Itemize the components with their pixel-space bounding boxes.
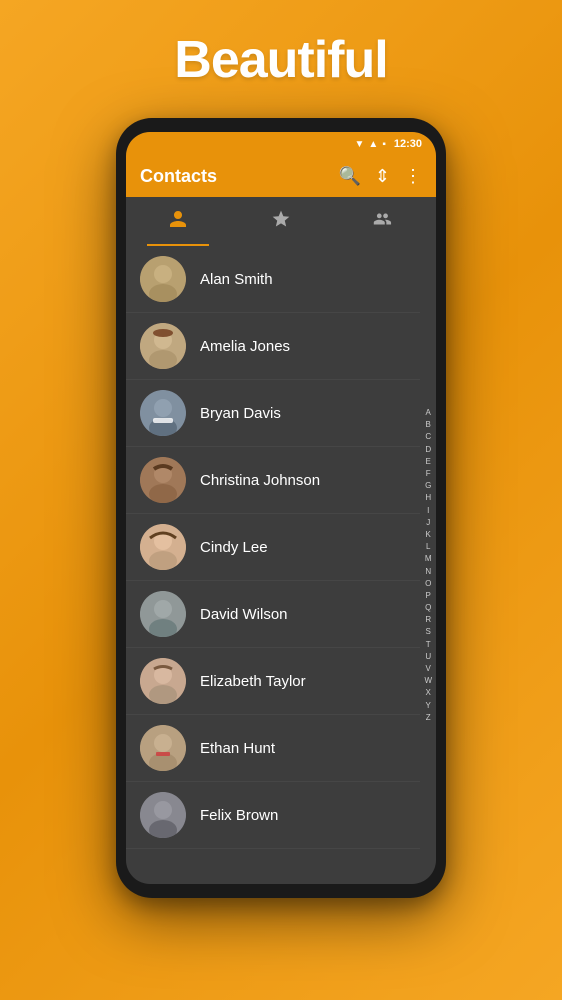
alpha-T[interactable]: T bbox=[424, 639, 432, 650]
sort-icon[interactable]: ⇕ bbox=[375, 166, 390, 187]
alpha-A[interactable]: A bbox=[424, 407, 432, 418]
groups-tab-icon bbox=[373, 209, 395, 234]
phone-outer: ▼ ▲ ▪ 12:30 Contacts 🔍 ⇕ ⋮ bbox=[116, 118, 446, 898]
tab-contacts[interactable] bbox=[126, 197, 229, 246]
page-headline: Beautiful bbox=[174, 30, 387, 90]
avatar bbox=[140, 323, 186, 369]
alpha-H[interactable]: H bbox=[424, 492, 432, 503]
contact-name: Elizabeth Taylor bbox=[200, 673, 306, 690]
alpha-V[interactable]: V bbox=[424, 663, 432, 674]
alpha-L[interactable]: L bbox=[424, 541, 432, 552]
favorites-tab-icon bbox=[271, 209, 291, 234]
avatar bbox=[140, 256, 186, 302]
app-bar-title: Contacts bbox=[140, 166, 217, 187]
list-item[interactable]: Felix Brown bbox=[126, 782, 420, 849]
alpha-J[interactable]: J bbox=[424, 517, 432, 528]
status-icons: ▼ ▲ ▪ 12:30 bbox=[355, 138, 423, 150]
avatar bbox=[140, 725, 186, 771]
contact-name: Bryan Davis bbox=[200, 405, 281, 422]
alpha-U[interactable]: U bbox=[424, 651, 432, 662]
signal-icon: ▲ bbox=[368, 139, 378, 150]
avatar bbox=[140, 658, 186, 704]
alpha-M[interactable]: M bbox=[424, 553, 432, 564]
contact-name: David Wilson bbox=[200, 606, 288, 623]
avatar bbox=[140, 792, 186, 838]
contacts-scroll: Alan Smith Amelia Jones bbox=[126, 246, 420, 884]
contacts-tab-icon bbox=[168, 209, 188, 234]
alpha-R[interactable]: R bbox=[424, 614, 432, 625]
alpha-O[interactable]: O bbox=[424, 578, 432, 589]
list-item[interactable]: David Wilson bbox=[126, 581, 420, 648]
app-bar-actions: 🔍 ⇕ ⋮ bbox=[338, 166, 422, 187]
list-item[interactable]: Ethan Hunt bbox=[126, 715, 420, 782]
alphabet-index: A B C D E F G H I J K L M N O P Q bbox=[420, 246, 436, 884]
avatar bbox=[140, 591, 186, 637]
contact-name: Christina Johnson bbox=[200, 472, 320, 489]
contact-name: Ethan Hunt bbox=[200, 740, 275, 757]
avatar bbox=[140, 457, 186, 503]
alpha-C[interactable]: C bbox=[424, 431, 432, 442]
list-item[interactable]: Bryan Davis bbox=[126, 380, 420, 447]
phone-screen: ▼ ▲ ▪ 12:30 Contacts 🔍 ⇕ ⋮ bbox=[126, 132, 436, 884]
avatar bbox=[140, 524, 186, 570]
alpha-B[interactable]: B bbox=[424, 419, 432, 430]
alpha-F[interactable]: F bbox=[424, 468, 432, 479]
alpha-N[interactable]: N bbox=[424, 566, 432, 577]
avatar bbox=[140, 390, 186, 436]
alpha-X[interactable]: X bbox=[424, 687, 432, 698]
alpha-S[interactable]: S bbox=[424, 626, 432, 637]
status-bar: ▼ ▲ ▪ 12:30 bbox=[126, 132, 436, 156]
search-icon[interactable]: 🔍 bbox=[338, 166, 360, 187]
alpha-P[interactable]: P bbox=[424, 590, 432, 601]
battery-icon: ▪ bbox=[382, 139, 386, 150]
alpha-I[interactable]: I bbox=[424, 505, 432, 516]
alpha-K[interactable]: K bbox=[424, 529, 432, 540]
alpha-Q[interactable]: Q bbox=[424, 602, 432, 613]
list-item[interactable]: Christina Johnson bbox=[126, 447, 420, 514]
contact-name: Cindy Lee bbox=[200, 539, 268, 556]
list-item[interactable]: Elizabeth Taylor bbox=[126, 648, 420, 715]
contact-name: Alan Smith bbox=[200, 271, 273, 288]
contact-name: Amelia Jones bbox=[200, 338, 290, 355]
contact-name: Felix Brown bbox=[200, 807, 278, 824]
alpha-W[interactable]: W bbox=[424, 675, 432, 686]
contact-list: Alan Smith Amelia Jones bbox=[126, 246, 436, 884]
tab-favorites[interactable] bbox=[229, 197, 332, 246]
more-icon[interactable]: ⋮ bbox=[404, 166, 422, 187]
list-item[interactable]: Cindy Lee bbox=[126, 514, 420, 581]
alpha-G[interactable]: G bbox=[424, 480, 432, 491]
alpha-E[interactable]: E bbox=[424, 456, 432, 467]
list-item[interactable]: Alan Smith bbox=[126, 246, 420, 313]
status-time: 12:30 bbox=[394, 138, 422, 150]
wifi-icon: ▼ bbox=[355, 139, 365, 150]
tabs bbox=[126, 197, 436, 246]
list-item[interactable]: Amelia Jones bbox=[126, 313, 420, 380]
app-bar: Contacts 🔍 ⇕ ⋮ bbox=[126, 156, 436, 197]
phone-mockup: ▼ ▲ ▪ 12:30 Contacts 🔍 ⇕ ⋮ bbox=[116, 118, 446, 898]
tab-groups[interactable] bbox=[333, 197, 436, 246]
alpha-D[interactable]: D bbox=[424, 444, 432, 455]
alpha-Z[interactable]: Z bbox=[424, 712, 432, 723]
alpha-Y[interactable]: Y bbox=[424, 700, 432, 711]
